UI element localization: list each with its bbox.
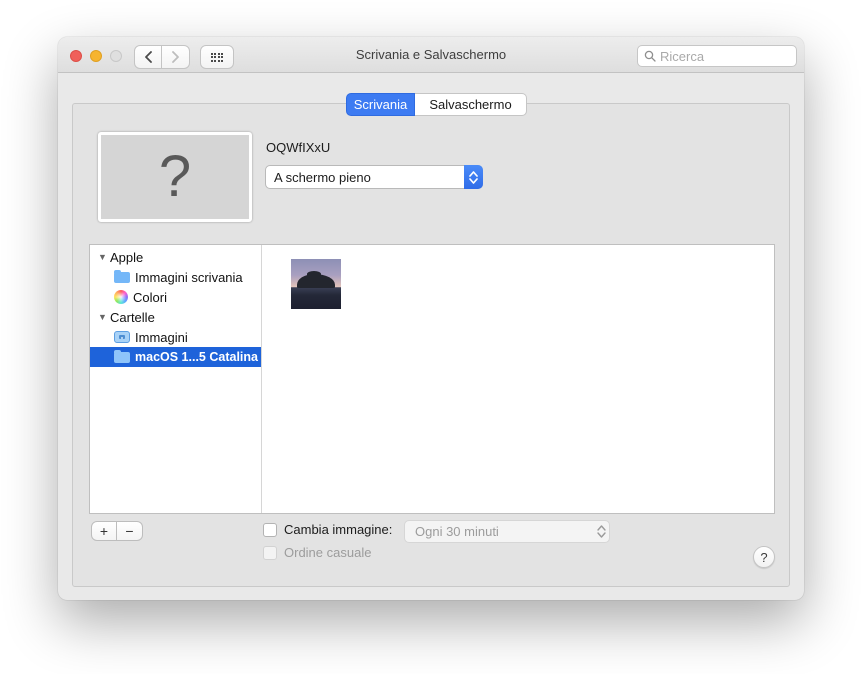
wallpaper-name: OQWfIXxU [266, 140, 331, 155]
color-wheel-icon [114, 290, 128, 304]
search-icon [644, 50, 656, 62]
disclosure-triangle-icon[interactable]: ▼ [98, 312, 110, 322]
screen: Scrivania e Salvaschermo Ricerca Scrivan… [0, 0, 862, 674]
missing-image-placeholder: ? [158, 144, 192, 209]
search-input[interactable]: Ricerca [637, 45, 797, 67]
folder-icon [114, 269, 130, 283]
tab-scrivania[interactable]: Scrivania [346, 93, 415, 116]
fit-mode-dropdown[interactable]: A schermo pieno [265, 165, 483, 189]
help-button[interactable]: ? [753, 546, 775, 568]
group-label: Cartelle [110, 309, 155, 325]
interval-value: Ogni 30 minuti [415, 524, 499, 539]
random-order-label: Ordine casuale [284, 545, 372, 560]
wallpaper-preview: ? [98, 132, 252, 222]
sidebar-item-immagini-scrivania[interactable]: Immagini scrivania [90, 267, 261, 287]
item-label: Immagini scrivania [135, 269, 243, 285]
wallpaper-thumbnail-catalina[interactable] [291, 259, 341, 309]
random-order-checkbox-disabled [263, 545, 277, 560]
item-label: macOS 1...5 Catalina [135, 350, 258, 364]
sidebar-item-macos-catalina-selected[interactable]: macOS 1...5 Catalina [90, 347, 261, 367]
sidebar-group-cartelle[interactable]: ▼ Cartelle [90, 307, 261, 327]
add-folder-button[interactable]: + [91, 521, 117, 541]
interval-dropdown-disabled: Ogni 30 minuti [404, 520, 610, 543]
group-label: Apple [110, 249, 144, 265]
fit-mode-value: A schermo pieno [274, 169, 371, 185]
titlebar[interactable]: Scrivania e Salvaschermo Ricerca [58, 37, 804, 73]
source-list: ▼ Apple Immagini scrivania Colori ▼ Cart… [90, 245, 262, 513]
disclosure-triangle-icon[interactable]: ▼ [98, 252, 110, 262]
add-remove-group: + − [91, 521, 143, 541]
change-image-row: Cambia immagine: [263, 522, 392, 537]
remove-folder-button[interactable]: − [117, 521, 143, 541]
island-silhouette [297, 271, 335, 288]
change-image-label: Cambia immagine: [284, 522, 393, 537]
photos-icon [114, 331, 130, 343]
sidebar-item-immagini[interactable]: Immagini [90, 327, 261, 347]
folder-icon [114, 349, 130, 363]
tab-salvaschermo[interactable]: Salvaschermo [415, 93, 527, 116]
item-label: Immagini [135, 329, 188, 345]
preferences-window: Scrivania e Salvaschermo Ricerca Scrivan… [58, 37, 804, 600]
search-placeholder: Ricerca [660, 48, 705, 64]
change-image-checkbox[interactable] [263, 522, 277, 537]
wallpaper-browser: ▼ Apple Immagini scrivania Colori ▼ Cart… [89, 244, 775, 514]
stepper-arrows-icon [592, 520, 610, 543]
random-order-row: Ordine casuale [263, 545, 371, 560]
stepper-arrows-icon [464, 165, 483, 189]
tab-bar: Scrivania Salvaschermo [346, 93, 527, 116]
sidebar-item-colori[interactable]: Colori [90, 287, 261, 307]
item-label: Colori [133, 289, 167, 305]
sidebar-group-apple[interactable]: ▼ Apple [90, 247, 261, 267]
desktop-pane: ? OQWfIXxU A schermo pieno ▼ Apple Immag… [72, 103, 790, 587]
